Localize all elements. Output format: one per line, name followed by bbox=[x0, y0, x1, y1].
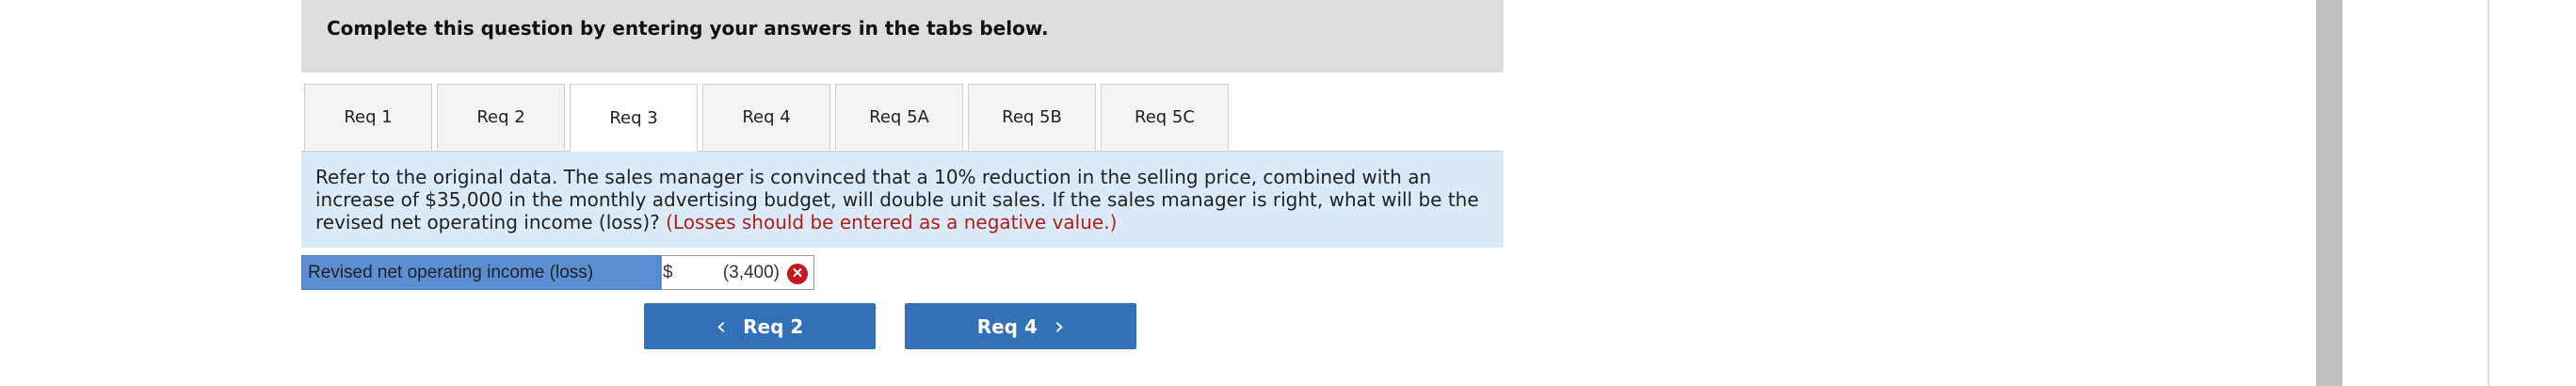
error-x-icon: ✕ bbox=[787, 264, 808, 284]
next-req-button[interactable]: Req 4 › bbox=[905, 303, 1136, 349]
question-text: Refer to the original data. The sales ma… bbox=[315, 166, 1492, 233]
tab-req-5c[interactable]: Req 5C bbox=[1101, 84, 1229, 150]
question-panel: Refer to the original data. The sales ma… bbox=[301, 151, 1504, 248]
prev-req-button[interactable]: ‹ Req 2 bbox=[644, 303, 876, 349]
tab-label: Req 1 bbox=[344, 107, 393, 127]
answer-row: Revised net operating income (loss) $ (3… bbox=[301, 255, 814, 290]
tab-req-2[interactable]: Req 2 bbox=[437, 84, 565, 150]
answer-input[interactable]: $ (3,400) ✕ bbox=[661, 255, 814, 290]
tab-label: Req 5B bbox=[1002, 107, 1062, 127]
next-req-label: Req 4 bbox=[976, 314, 1038, 338]
prev-req-label: Req 2 bbox=[743, 314, 804, 338]
scrollbar[interactable] bbox=[2316, 0, 2343, 386]
answer-value: (3,400) bbox=[722, 263, 780, 282]
chevron-left-icon: ‹ bbox=[716, 312, 727, 341]
instructions-header: Complete this question by entering your … bbox=[301, 0, 1504, 72]
tab-label: Req 5A bbox=[869, 107, 929, 127]
answer-label: Revised net operating income (loss) bbox=[301, 255, 661, 290]
tab-req-5b[interactable]: Req 5B bbox=[968, 84, 1096, 150]
panel-divider bbox=[2487, 0, 2489, 386]
tab-label: Req 3 bbox=[609, 108, 658, 128]
instructions-title: Complete this question by entering your … bbox=[327, 17, 1049, 40]
page: Complete this question by entering your … bbox=[0, 0, 2576, 386]
tab-req-4[interactable]: Req 4 bbox=[702, 84, 830, 150]
tab-req-1[interactable]: Req 1 bbox=[304, 84, 432, 150]
tab-label: Req 5C bbox=[1135, 107, 1195, 127]
requirement-tabs: Req 1 Req 2 Req 3 Req 4 Req 5A Req 5B Re… bbox=[304, 84, 1233, 152]
tab-req-3[interactable]: Req 3 bbox=[570, 84, 698, 152]
question-note: (Losses should be entered as a negative … bbox=[666, 211, 1118, 233]
chevron-right-icon: › bbox=[1054, 312, 1065, 341]
tab-req-5a[interactable]: Req 5A bbox=[835, 84, 963, 150]
tab-label: Req 4 bbox=[742, 107, 791, 127]
currency-symbol: $ bbox=[663, 263, 673, 282]
tab-label: Req 2 bbox=[476, 107, 525, 127]
